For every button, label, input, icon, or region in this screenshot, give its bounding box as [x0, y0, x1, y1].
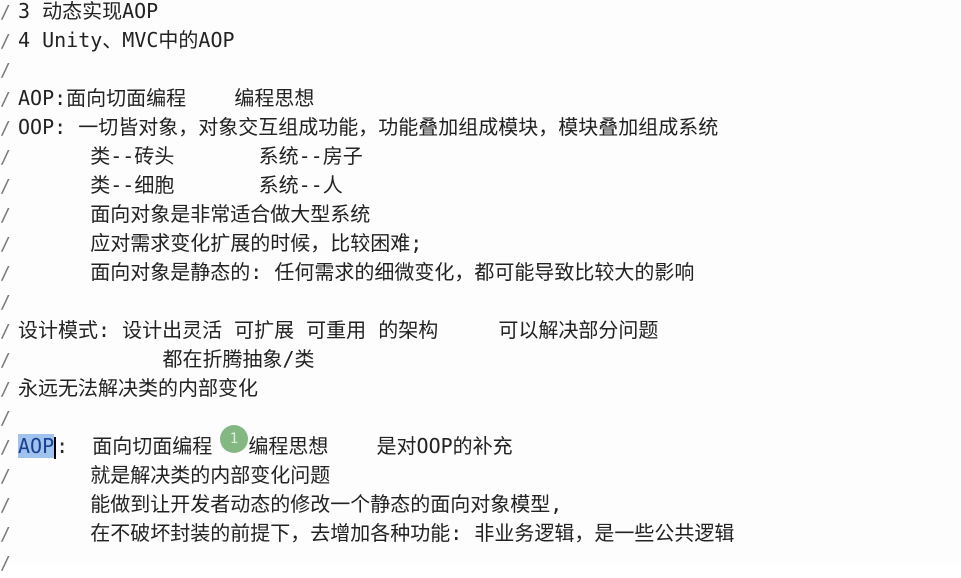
- comment-marker: /: [0, 524, 11, 545]
- code-line: / 应对需求变化扩展的时候，比较困难;: [0, 229, 422, 258]
- comment-marker: /: [0, 89, 11, 110]
- comment-marker: /: [0, 60, 11, 81]
- code-line: /: [0, 548, 18, 577]
- code-line: / AOP:面向切面编程 编程思想: [0, 84, 314, 113]
- code-line: / 在不破坏封装的前提下，去增加各种功能: 非业务逻辑，是一些公共逻辑: [0, 519, 734, 548]
- code-line: / 就是解决类的内部变化问题: [0, 461, 330, 490]
- comment-marker: /: [0, 31, 11, 52]
- code-line: /3 动态实现AOP: [0, 0, 158, 26]
- code-line: / 类--细胞 系统--人: [0, 171, 343, 200]
- comment-marker: /: [0, 205, 11, 226]
- comment-marker: /: [0, 147, 11, 168]
- code-line: / 永远无法解决类的内部变化: [0, 374, 258, 403]
- comment-marker: /: [0, 350, 11, 371]
- code-line: / 能做到让开发者动态的修改一个静态的面向对象模型,: [0, 490, 562, 519]
- code-line: / 都在折腾抽象/类: [0, 345, 315, 374]
- comment-marker: /: [0, 234, 11, 255]
- comment-marker: /: [0, 263, 11, 284]
- code-line: /: [0, 287, 18, 316]
- code-line: / 面向对象是非常适合做大型系统: [0, 200, 370, 229]
- code-editor[interactable]: /3 动态实现AOP /4 Unity、MVC中的AOP / / AOP:面向切面…: [0, 0, 961, 574]
- comment-marker: /: [0, 408, 11, 429]
- comment-marker: /: [0, 321, 11, 342]
- comment-marker: /: [0, 176, 11, 197]
- comment-marker: /: [0, 379, 11, 400]
- code-line: /: [0, 55, 18, 84]
- code-line: /: [0, 403, 18, 432]
- comment-marker: /: [0, 292, 11, 313]
- code-line: / 设计模式: 设计出灵活 可扩展 可重用 的架构 可以解决部分问题: [0, 316, 658, 345]
- code-line: / OOP: 一切皆对象，对象交互组成功能，功能叠加组成模块，模块叠加组成系统: [0, 113, 718, 142]
- comment-marker: /: [0, 2, 11, 23]
- code-line: / 类--砖头 系统--房子: [0, 142, 363, 171]
- selected-text[interactable]: AOP: [18, 434, 55, 458]
- code-line-selected: / AOP: 面向切面编程 编程思想 是对OOP的补充: [0, 432, 513, 461]
- comment-marker: /: [0, 495, 11, 516]
- comment-marker: /: [0, 466, 11, 487]
- mouse-cursor-indicator: 1: [220, 425, 248, 453]
- comment-marker: /: [0, 437, 11, 458]
- code-line: / 面向对象是静态的: 任何需求的细微变化，都可能导致比较大的影响: [0, 258, 694, 287]
- code-line: /4 Unity、MVC中的AOP: [0, 26, 235, 55]
- comment-marker: /: [0, 118, 11, 139]
